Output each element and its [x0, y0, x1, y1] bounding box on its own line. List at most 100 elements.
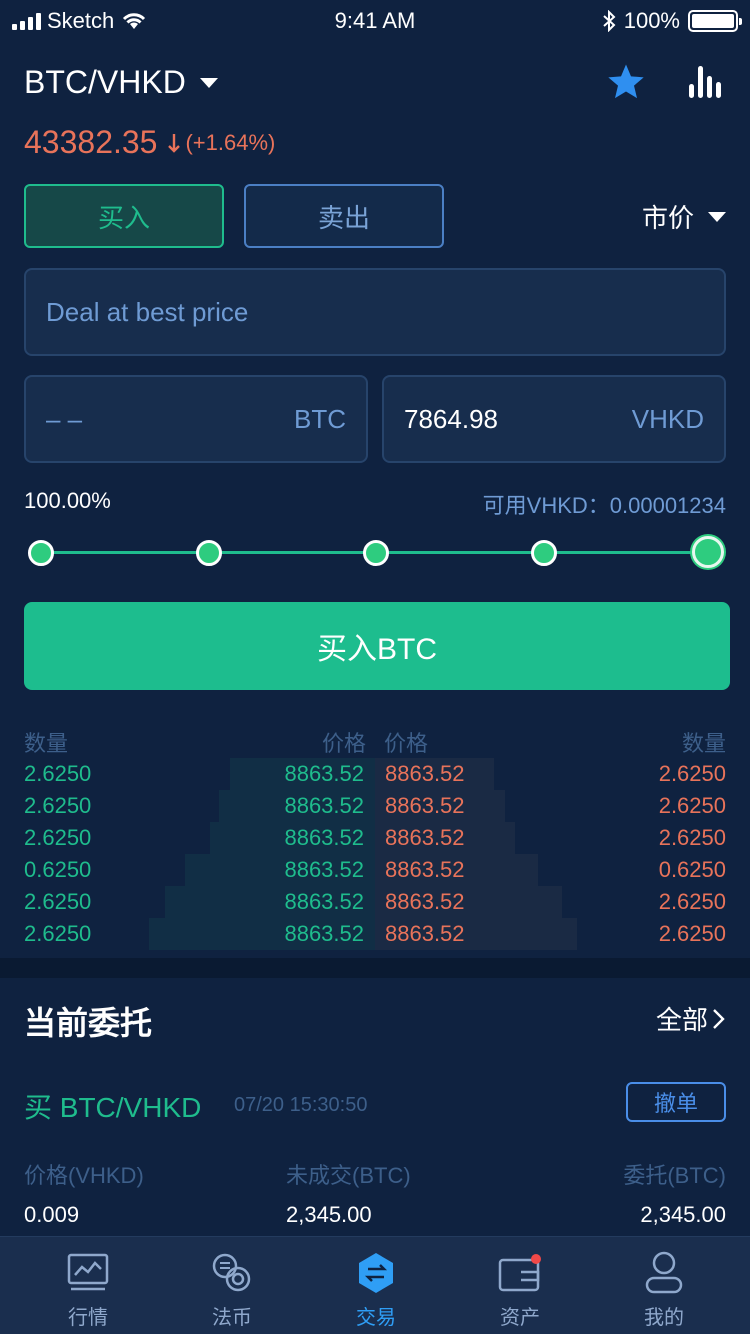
order-book-header: 数量 价格 价格 数量	[24, 726, 726, 756]
ask-qty: 0.6250	[658, 857, 726, 882]
tab-assets[interactable]: 资产	[445, 1237, 595, 1334]
ask-qty: 2.6250	[658, 825, 726, 850]
bid-qty: 2.6250	[24, 889, 92, 914]
tab-sell[interactable]: 卖出	[244, 184, 444, 248]
tab-profile[interactable]: 我的	[589, 1237, 739, 1334]
bid-qty: 2.6250	[24, 921, 92, 946]
status-right: 100%	[602, 8, 742, 34]
ask-qty-header: 数量	[681, 731, 726, 756]
bid-price: 8863.52	[284, 761, 364, 786]
bid-qty-header: 数量	[24, 731, 69, 756]
amount-unit: BTC	[294, 403, 346, 434]
ask-price: 8863.52	[385, 857, 465, 882]
price-row: 43382.35 (+1.64%)	[24, 124, 275, 161]
order-type-selector[interactable]: 市价	[642, 198, 726, 235]
tab-buy[interactable]: 买入	[24, 184, 224, 248]
tab-market-label: 行情	[68, 1307, 108, 1329]
slider-stop[interactable]	[692, 536, 724, 568]
bid-qty: 2.6250	[24, 761, 92, 786]
battery-percent: 100%	[623, 8, 680, 33]
total-unit: VHKD	[631, 403, 704, 434]
slider-stop[interactable]	[195, 540, 222, 566]
price-change: (+1.64%)	[167, 130, 275, 156]
amount-placeholder: – –	[46, 403, 83, 434]
order-book-row[interactable]: 2.6250 8863.52 8863.52 2.6250	[24, 790, 726, 822]
order-type-label: 市价	[641, 203, 694, 233]
total-value: 7864.98	[404, 403, 498, 434]
last-price: 43382.35	[24, 124, 158, 160]
ask-price-header: 价格	[384, 731, 429, 756]
chart-bars-icon[interactable]	[688, 62, 724, 100]
star-icon[interactable]	[606, 62, 646, 102]
order-book-row[interactable]: 2.6250 8863.52 8863.52 2.6250	[24, 822, 726, 854]
ask-price: 8863.52	[385, 793, 465, 818]
percent-label: 100.00%	[24, 488, 111, 513]
battery-icon	[688, 10, 742, 32]
all-orders-link[interactable]: 全部	[656, 1000, 726, 1037]
total-input[interactable]: 7864.98 VHKD	[382, 375, 726, 463]
slider-stop[interactable]	[363, 540, 389, 566]
order-price-label: 价格(VHKD)	[24, 1163, 144, 1188]
ask-qty: 2.6250	[658, 889, 726, 914]
order-price-value: 0.009	[24, 1202, 80, 1227]
tab-fiat-label: 法币	[212, 1307, 252, 1329]
ask-price: 8863.52	[385, 889, 465, 914]
bid-price: 8863.52	[284, 793, 364, 818]
ask-price: 8863.52	[385, 761, 465, 786]
bid-qty: 2.6250	[24, 825, 92, 850]
pair-label: BTC/VHKD	[24, 64, 186, 100]
profile-icon	[645, 1251, 683, 1294]
tab-trade[interactable]: 交易	[301, 1237, 451, 1334]
order-book: 2.6250 8863.52 8863.52 2.6250 2.6250 8863.52 8…	[24, 758, 726, 950]
currency-exchange-icon	[212, 1253, 251, 1292]
ask-price: 8863.52	[385, 921, 465, 946]
buy-btc-button[interactable]: 买入BTC	[24, 602, 730, 690]
bid-price: 8863.52	[284, 921, 364, 946]
amount-input[interactable]: – – BTC	[24, 375, 368, 463]
bid-qty: 0.6250	[24, 857, 92, 882]
available-balance: 可用VHKD：0.00001234	[482, 493, 726, 518]
tab-trade-label: 交易	[356, 1307, 396, 1329]
ask-qty: 2.6250	[658, 761, 726, 786]
chart-monitor-icon	[67, 1253, 109, 1291]
ask-qty: 2.6250	[658, 793, 726, 818]
tab-assets-label: 资产	[500, 1307, 540, 1329]
order-book-row[interactable]: 0.6250 8863.52 8863.52 0.6250	[24, 854, 726, 886]
arrow-down-icon	[168, 133, 181, 153]
tab-bar: 行情 法币 交易 资产 我的	[0, 1236, 750, 1334]
tab-market[interactable]: 行情	[13, 1237, 163, 1334]
order-book-row[interactable]: 2.6250 8863.52 8863.52 2.6250	[24, 918, 726, 950]
bid-price: 8863.52	[284, 889, 364, 914]
order-time: 07/20 15:30:50	[234, 1094, 368, 1116]
order-unfilled-label: 未成交(BTC)	[286, 1163, 411, 1188]
caret-down-icon	[199, 77, 218, 88]
wallet-icon	[498, 1254, 541, 1292]
pair-selector[interactable]: BTC/VHKD	[24, 64, 218, 101]
status-bar: Sketch 9:41 AM 100%	[0, 0, 750, 44]
order-pair: 买 BTC/VHKD	[24, 1092, 202, 1123]
percent-slider[interactable]	[28, 536, 724, 570]
slider-stop[interactable]	[28, 540, 54, 566]
cancel-order-button[interactable]: 撤单	[626, 1082, 726, 1122]
best-price-field[interactable]: Deal at best price	[24, 268, 726, 356]
tab-profile-label: 我的	[644, 1307, 684, 1329]
price-change-value: (+1.64%)	[185, 129, 276, 155]
orders-title: 当前委托	[24, 1005, 153, 1041]
order-book-row[interactable]: 2.6250 8863.52 8863.52 2.6250	[24, 758, 726, 790]
order-unfilled-value: 2,345.00	[286, 1202, 372, 1227]
trade-hexagon-icon	[359, 1253, 393, 1293]
slider-stop[interactable]	[530, 540, 557, 566]
tab-fiat[interactable]: 法币	[157, 1237, 307, 1334]
chevron-right-icon	[713, 1008, 725, 1029]
best-price-placeholder: Deal at best price	[46, 296, 249, 327]
bid-qty: 2.6250	[24, 793, 92, 818]
ask-qty: 2.6250	[658, 921, 726, 946]
bid-price-header: 价格	[321, 731, 366, 756]
order-book-row[interactable]: 2.6250 8863.52 8863.52 2.6250	[24, 886, 726, 918]
section-divider	[0, 958, 750, 978]
bid-price: 8863.52	[284, 825, 364, 850]
order-total-label: 委托(BTC)	[623, 1163, 726, 1188]
header: BTC/VHKD	[24, 58, 726, 108]
order-total-value: 2,345.00	[640, 1202, 726, 1227]
caret-down-icon	[708, 211, 726, 222]
